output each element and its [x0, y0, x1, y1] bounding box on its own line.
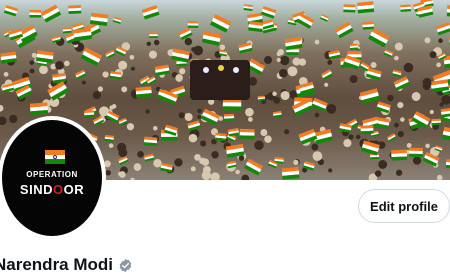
edit-profile-button[interactable]: Edit profile	[358, 189, 450, 223]
profile-name: Narendra Modi	[0, 255, 114, 274]
avatar-text-sindoor: SINDOOR	[19, 182, 85, 197]
avatar-text-operation: OPERATION	[26, 170, 78, 179]
profile-avatar[interactable]: OPERATION SINDOOR	[0, 116, 106, 240]
india-flag-icon	[45, 150, 65, 164]
profile-name-row: Narendra Modi	[0, 255, 133, 275]
verified-badge-icon	[119, 258, 132, 272]
